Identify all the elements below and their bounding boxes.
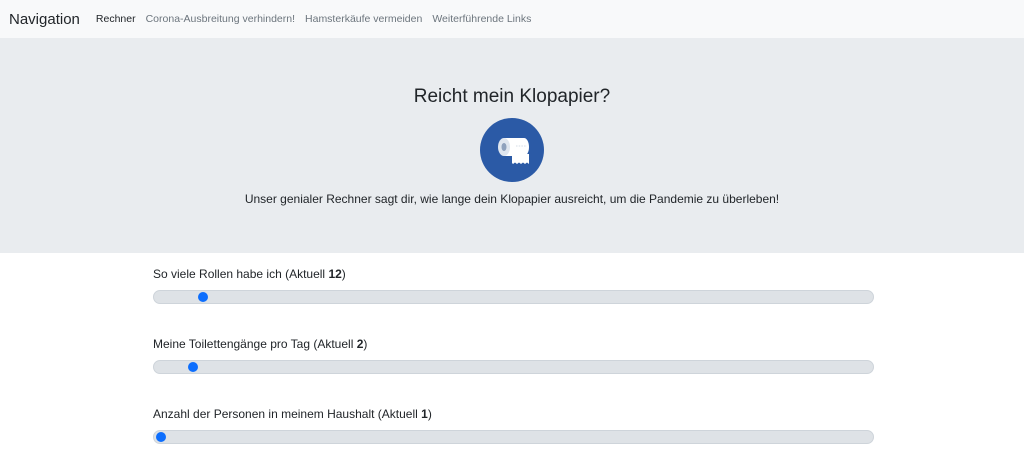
household-size-slider-thumb[interactable] [156,432,166,442]
calculator-form: So viele Rollen habe ich (Aktuell 12) Me… [153,253,874,463]
rolls-field: So viele Rollen habe ich (Aktuell 12) [153,253,874,323]
toilet-visits-slider-thumb[interactable] [187,362,198,372]
rolls-label: So viele Rollen habe ich (Aktuell 12) [153,267,346,281]
navbar-brand[interactable]: Navigation [9,11,80,28]
household-size-label: Anzahl der Personen in meinem Haushalt (… [153,407,432,421]
hero-description: Unser genialer Rechner sagt dir, wie lan… [244,192,780,206]
hero-banner: Reicht mein Klopapier? Unser genialer Re… [0,38,1024,253]
page-title: Reicht mein Klopapier? [413,86,611,107]
toilet-visits-slider[interactable] [153,360,874,374]
toilet-paper-icon-graphic [498,138,529,164]
rolls-slider[interactable] [153,290,874,304]
nav-link-hamsterkaeufe[interactable]: Hamsterkäufe vermeiden [305,13,422,25]
toilet-visits-label: Meine Toilettengänge pro Tag (Aktuell 2) [153,337,368,351]
navbar: Navigation Rechner Corona-Ausbreitung ve… [0,0,1024,38]
household-size-value: 1 [421,407,428,421]
nav-link-rechner[interactable]: Rechner [96,13,136,25]
rolls-value: 12 [328,267,342,281]
rolls-slider-thumb[interactable] [198,292,209,302]
household-size-slider[interactable] [153,430,874,444]
nav-link-corona-ausbreitung[interactable]: Corona-Ausbreitung verhindern! [146,13,295,25]
toilet-paper-icon [480,118,544,182]
household-size-field: Anzahl der Personen in meinem Haushalt (… [153,393,874,463]
toilet-visits-field: Meine Toilettengänge pro Tag (Aktuell 2) [153,323,874,393]
nav-link-weiterfuehrende-links[interactable]: Weiterführende Links [432,13,531,25]
